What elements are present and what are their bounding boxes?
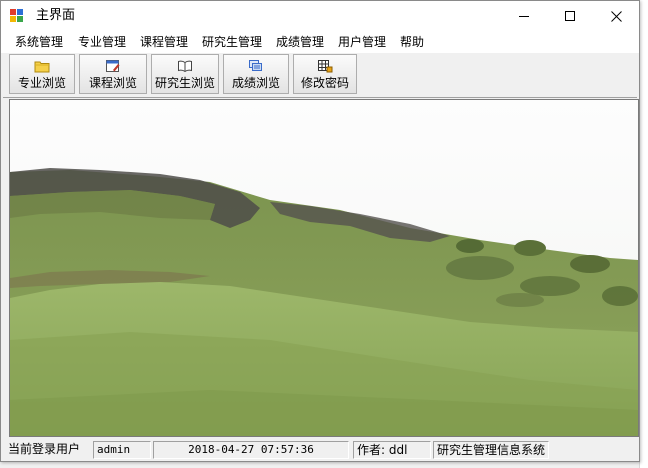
content-area — [9, 99, 639, 437]
button-label: 研究生浏览 — [154, 76, 215, 90]
button-label: 课程浏览 — [88, 76, 137, 90]
course-browse-button[interactable]: 课程浏览 — [79, 54, 147, 94]
datetime-panel: 2018-04-27 07:57:36 — [153, 441, 349, 459]
current-user-value: admin — [93, 441, 151, 459]
minimize-icon — [519, 16, 529, 17]
maximize-button[interactable] — [547, 1, 593, 31]
button-label: 专业浏览 — [17, 76, 66, 90]
book-icon — [178, 60, 192, 73]
app-icon — [10, 9, 24, 23]
menu-graduate[interactable]: 研究生管理 — [200, 34, 264, 50]
main-window: 主界面 系统管理 专业管理 课程管理 研究生管理 成绩管理 用户管理 帮助 专业… — [0, 0, 640, 462]
graduate-browse-button[interactable]: 研究生浏览 — [151, 54, 219, 94]
grid-key-icon — [318, 60, 333, 73]
menu-bar: 系统管理 专业管理 课程管理 研究生管理 成绩管理 用户管理 帮助 — [1, 31, 639, 53]
major-browse-button[interactable]: 专业浏览 — [9, 54, 75, 94]
grades-browse-button[interactable]: 成绩浏览 — [223, 54, 289, 94]
menu-system[interactable]: 系统管理 — [13, 34, 65, 50]
system-name-panel: 研究生管理信息系统 — [433, 441, 549, 459]
menu-course[interactable]: 课程管理 — [138, 34, 190, 50]
author-panel: 作者: ddl — [353, 441, 431, 459]
menu-grades[interactable]: 成绩管理 — [274, 34, 326, 50]
title-bar[interactable]: 主界面 — [1, 1, 639, 31]
window-title: 主界面 — [36, 8, 76, 23]
background-right-edge — [639, 0, 648, 468]
landscape-image — [10, 100, 638, 436]
close-icon — [610, 10, 622, 22]
menu-help[interactable]: 帮助 — [398, 34, 426, 50]
menu-major[interactable]: 专业管理 — [76, 34, 128, 50]
close-button[interactable] — [593, 1, 639, 31]
stacked-documents-icon — [249, 60, 262, 71]
button-label: 成绩浏览 — [231, 76, 280, 90]
edit-window-icon — [106, 60, 120, 72]
status-bar: 当前登录用户 admin 2018-04-27 07:57:36 作者: ddl… — [3, 439, 637, 461]
button-label: 修改密码 — [300, 76, 349, 90]
maximize-icon — [565, 11, 575, 21]
current-user-label: 当前登录用户 — [8, 442, 81, 456]
menu-users[interactable]: 用户管理 — [336, 34, 388, 50]
toolbar: 专业浏览 课程浏览 研究生浏览 成绩浏览 修改密码 — [3, 53, 637, 98]
change-password-button[interactable]: 修改密码 — [293, 54, 357, 94]
folder-icon — [34, 61, 50, 73]
minimize-button[interactable] — [501, 1, 547, 31]
